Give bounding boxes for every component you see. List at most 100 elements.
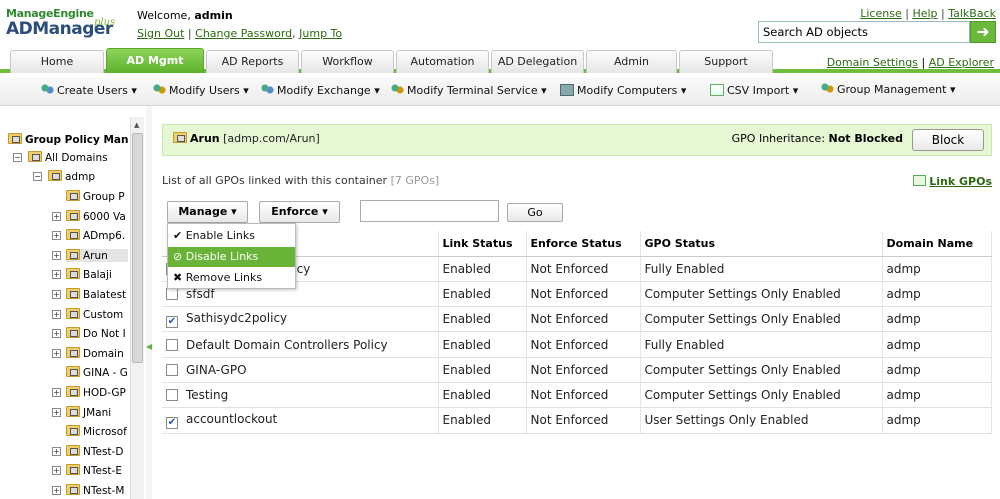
tree-item[interactable]: Balaji xyxy=(66,268,128,281)
tab-admin[interactable]: Admin xyxy=(586,50,677,73)
gpo-status-cell: Computer Settings Only Enabled xyxy=(640,357,883,383)
manage-button[interactable]: Manage ▾ xyxy=(167,201,248,223)
tab-support[interactable]: Support xyxy=(679,50,773,73)
tab-home[interactable]: Home xyxy=(10,50,104,73)
gpo-name[interactable]: accountlockout xyxy=(186,412,277,426)
collapse-icon[interactable]: − xyxy=(33,172,42,181)
menu-item-enable-links[interactable]: ✔ Enable Links xyxy=(168,226,295,246)
sidebar-scrollbar[interactable]: ▲ xyxy=(130,117,144,499)
tree-item[interactable]: Microsof xyxy=(66,425,128,438)
gpo-name[interactable]: GINA-GPO xyxy=(186,363,247,377)
tree-item[interactable]: Domain xyxy=(66,346,128,360)
tree-item[interactable]: JMani xyxy=(66,405,128,419)
group-management-menu[interactable]: Group Management ▾ xyxy=(820,83,955,96)
expand-icon[interactable]: + xyxy=(52,250,61,260)
expand-icon[interactable]: + xyxy=(52,407,61,417)
tree-item[interactable]: ADmp6. xyxy=(66,229,128,242)
disable-icon: ⊘ xyxy=(173,250,183,263)
gpo-name[interactable]: Default Domain Controllers Policy xyxy=(186,338,388,352)
expand-icon[interactable]: + xyxy=(52,231,61,241)
table-row[interactable]: Testing Enabled Not Enforced Computer Setti… xyxy=(162,382,992,409)
row-checkbox[interactable] xyxy=(166,338,178,351)
tab-ad-delegation[interactable]: AD Delegation xyxy=(491,50,584,73)
terminal-icon xyxy=(390,84,404,96)
tree-item[interactable]: Do Not I xyxy=(66,327,128,340)
table-row[interactable]: Default Domain Controllers Policy Enabled… xyxy=(162,331,992,358)
expand-icon[interactable]: + xyxy=(52,329,61,339)
tree-item[interactable]: NTest-M xyxy=(66,484,128,497)
menu-item-disable-links[interactable]: ⊘ Disable Links xyxy=(168,247,295,267)
help-link[interactable]: Help xyxy=(912,7,937,20)
modify-users-menu[interactable]: Modify Users ▾ xyxy=(152,84,249,97)
tree-domain-admp[interactable]: admp xyxy=(48,170,128,183)
table-row[interactable]: GINA-GPO Enabled Not Enforced Computer Sett… xyxy=(162,357,992,383)
gpo-name[interactable]: sfsdf xyxy=(186,287,215,301)
sign-out-link[interactable]: Sign Out xyxy=(137,27,184,40)
go-button[interactable]: Go xyxy=(507,203,563,222)
row-checkbox[interactable] xyxy=(166,363,178,376)
table-row[interactable]: ✔ accountlockout Enabled Not Enforced User S… xyxy=(162,407,992,434)
expand-icon[interactable]: + xyxy=(52,348,61,358)
row-checkbox[interactable]: ✔ xyxy=(166,315,178,328)
jump-to-link[interactable]: Jump To xyxy=(299,27,342,40)
column-header-domain-name[interactable]: Domain Name xyxy=(882,231,992,257)
ad-explorer-link[interactable]: AD Explorer xyxy=(929,56,994,69)
expand-icon[interactable]: + xyxy=(52,211,61,221)
tab-workflow[interactable]: Workflow xyxy=(301,50,394,73)
column-header-gpo-status[interactable]: GPO Status xyxy=(640,231,883,257)
menu-item-remove-links[interactable]: ✖ Remove Links xyxy=(168,268,295,288)
expand-icon[interactable]: + xyxy=(52,466,61,476)
tree-item[interactable]: NTest-E xyxy=(66,464,128,477)
tab-automation[interactable]: Automation xyxy=(396,50,489,73)
tab-ad-reports[interactable]: AD Reports xyxy=(206,50,299,73)
expand-icon[interactable]: + xyxy=(52,290,61,299)
modify-exchange-menu[interactable]: Modify Exchange ▾ xyxy=(260,84,380,97)
scroll-up-icon[interactable]: ▲ xyxy=(134,121,139,129)
tree-item[interactable]: NTest-D xyxy=(66,444,128,458)
link-gpos-link[interactable]: Link GPOs xyxy=(929,175,992,188)
tree-item[interactable]: Group P xyxy=(66,190,128,203)
scroll-thumb[interactable] xyxy=(132,133,143,363)
row-checkbox[interactable] xyxy=(166,287,178,300)
domain-settings-link[interactable]: Domain Settings xyxy=(827,56,918,69)
tree-item[interactable]: 6000 Va xyxy=(66,209,128,223)
row-checkbox[interactable] xyxy=(166,389,178,402)
column-header-link-status[interactable]: Link Status xyxy=(438,231,527,257)
gpo-name[interactable]: Testing xyxy=(186,388,228,402)
tree-all-domains[interactable]: All Domains xyxy=(28,151,128,164)
collapse-icon[interactable]: − xyxy=(13,153,22,162)
talkback-link[interactable]: TalkBack xyxy=(948,7,996,20)
collapse-sidebar-icon[interactable]: ◀ xyxy=(146,342,152,351)
block-button[interactable]: Block xyxy=(912,129,984,151)
expand-icon[interactable]: + xyxy=(52,446,61,456)
expand-icon[interactable]: + xyxy=(52,270,61,280)
tree-item[interactable]: GINA - G xyxy=(66,366,128,379)
modify-terminal-service-menu[interactable]: Modify Terminal Service ▾ xyxy=(390,84,547,97)
table-row[interactable]: ✔ Sathisydc2policy Enabled Not Enforced Comp… xyxy=(162,306,992,333)
create-users-menu[interactable]: Create Users ▾ xyxy=(40,84,137,97)
link-status-cell: Enabled xyxy=(438,357,527,383)
search-go-arrow-icon[interactable]: ➜ xyxy=(970,21,996,43)
tree-item[interactable]: Arun xyxy=(66,248,128,262)
link-gpos-action[interactable]: Link GPOs xyxy=(913,175,992,188)
license-link[interactable]: License xyxy=(860,7,901,20)
expand-icon[interactable]: + xyxy=(52,388,61,397)
modify-computers-menu[interactable]: Modify Computers ▾ xyxy=(560,84,686,97)
tree-item[interactable]: Balatest xyxy=(66,288,128,301)
change-password-link[interactable]: Change Password xyxy=(195,27,292,40)
sidebar-splitter[interactable]: ◀ xyxy=(146,106,152,499)
csv-import-menu[interactable]: CSV Import ▾ xyxy=(710,84,798,97)
tree-item[interactable]: HOD-GP xyxy=(66,386,128,399)
column-header-enforce-status[interactable]: Enforce Status xyxy=(526,231,641,257)
expand-icon[interactable]: + xyxy=(52,486,61,495)
search-input[interactable] xyxy=(758,21,970,43)
row-checkbox[interactable]: ✔ xyxy=(166,416,178,429)
enforce-button[interactable]: Enforce ▾ xyxy=(259,201,340,223)
filter-input[interactable] xyxy=(360,200,499,222)
tab-ad-mgmt[interactable]: AD Mgmt xyxy=(106,48,204,73)
gpo-name[interactable]: Sathisydc2policy xyxy=(186,311,287,325)
domain-icon xyxy=(48,170,62,181)
gpo-count: [7 GPOs] xyxy=(390,174,440,187)
tree-item[interactable]: Custom xyxy=(66,307,128,321)
expand-icon[interactable]: + xyxy=(52,309,61,319)
